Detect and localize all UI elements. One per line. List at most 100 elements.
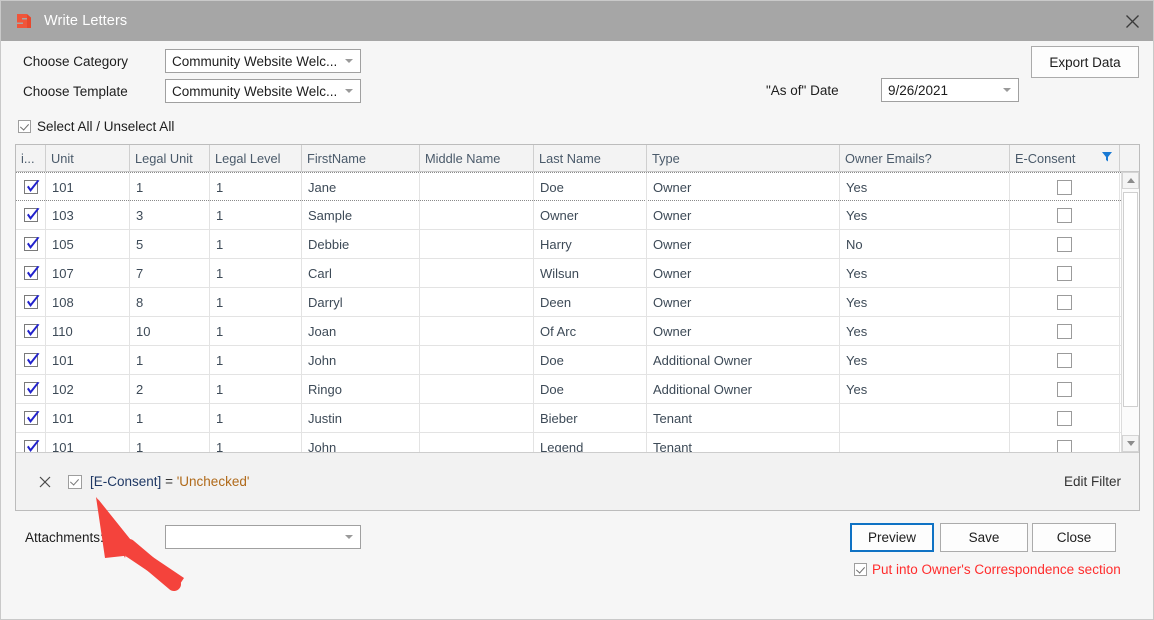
cell-e-consent[interactable] — [1010, 346, 1120, 374]
cell-e-consent[interactable] — [1010, 433, 1120, 452]
row-select-checkbox[interactable] — [16, 259, 46, 287]
row-select-checkbox[interactable] — [16, 404, 46, 432]
preview-button[interactable]: Preview — [850, 523, 934, 552]
save-button[interactable]: Save — [940, 523, 1028, 552]
e-consent-checkbox[interactable] — [1057, 439, 1072, 452]
table-row[interactable]: 103 3 1 Sample Owner Owner Yes — [16, 201, 1139, 230]
cell-middle-name — [420, 404, 534, 432]
checkbox-checked-icon[interactable] — [23, 440, 39, 452]
choose-category-dropdown[interactable]: Community Website Welc... — [165, 49, 361, 73]
row-select-checkbox[interactable] — [16, 230, 46, 258]
filter-expression[interactable]: [E-Consent] = 'Unchecked' — [90, 474, 249, 489]
column-header-first-name[interactable]: FirstName — [302, 145, 420, 171]
row-select-checkbox[interactable] — [16, 433, 46, 452]
column-header-middle-name[interactable]: Middle Name — [420, 145, 534, 171]
cell-owner-emails: Yes — [840, 173, 1010, 201]
table-row[interactable]: 101 1 1 John Doe Additional Owner Yes — [16, 346, 1139, 375]
column-header-owner-emails[interactable]: Owner Emails? — [840, 145, 1010, 171]
row-select-checkbox[interactable] — [16, 288, 46, 316]
table-row[interactable]: 105 5 1 Debbie Harry Owner No — [16, 230, 1139, 259]
select-all-checkbox[interactable] — [18, 120, 31, 133]
close-filter-icon[interactable] — [38, 475, 52, 489]
e-consent-checkbox[interactable] — [1057, 207, 1072, 223]
table-row[interactable]: 108 8 1 Darryl Deen Owner Yes — [16, 288, 1139, 317]
choose-template-label: Choose Template — [23, 84, 128, 99]
checkbox-checked-icon[interactable] — [23, 295, 39, 309]
cell-last-name: Doe — [534, 346, 647, 374]
cell-unit: 103 — [46, 201, 130, 229]
scroll-up-button[interactable] — [1122, 172, 1139, 189]
chevron-down-icon — [338, 59, 360, 63]
row-select-checkbox[interactable] — [16, 201, 46, 229]
e-consent-checkbox[interactable] — [1057, 179, 1072, 195]
table-row[interactable]: 107 7 1 Carl Wilsun Owner Yes — [16, 259, 1139, 288]
owner-correspondence-checkbox[interactable] — [854, 563, 867, 576]
cell-legal-unit: 1 — [130, 404, 210, 432]
e-consent-checkbox[interactable] — [1057, 236, 1072, 252]
as-of-date-picker[interactable]: 9/26/2021 — [881, 78, 1019, 102]
close-window-button[interactable] — [1109, 1, 1153, 41]
table-row[interactable]: 101 1 1 John Legend Tenant — [16, 433, 1139, 452]
row-select-checkbox[interactable] — [16, 173, 46, 201]
scrollbar-thumb[interactable] — [1123, 192, 1138, 407]
cell-e-consent[interactable] — [1010, 404, 1120, 432]
e-consent-checkbox[interactable] — [1057, 381, 1072, 397]
table-row[interactable]: 102 2 1 Ringo Doe Additional Owner Yes — [16, 375, 1139, 404]
cell-first-name: Sample — [302, 201, 420, 229]
column-header-legal-unit[interactable]: Legal Unit — [130, 145, 210, 171]
owner-correspondence-checkbox-row[interactable]: Put into Owner's Correspondence section — [854, 562, 1121, 577]
cell-e-consent[interactable] — [1010, 259, 1120, 287]
checkbox-checked-icon[interactable] — [23, 208, 39, 222]
column-header-legal-level[interactable]: Legal Level — [210, 145, 302, 171]
checkbox-checked-icon[interactable] — [23, 324, 39, 338]
scroll-down-button[interactable] — [1122, 435, 1139, 452]
cell-middle-name — [420, 288, 534, 316]
table-row[interactable]: 101 1 1 Jane Doe Owner Yes — [16, 172, 1139, 201]
cell-e-consent[interactable] — [1010, 288, 1120, 316]
select-all-checkbox-row[interactable]: Select All / Unselect All — [18, 119, 174, 134]
funnel-icon[interactable] — [1101, 150, 1113, 162]
choose-template-dropdown[interactable]: Community Website Welc... — [165, 79, 361, 103]
cell-e-consent[interactable] — [1010, 230, 1120, 258]
column-header-last-name[interactable]: Last Name — [534, 145, 647, 171]
e-consent-checkbox[interactable] — [1057, 410, 1072, 426]
checkbox-checked-icon[interactable] — [23, 353, 39, 367]
choose-category-value: Community Website Welc... — [172, 53, 338, 69]
checkbox-checked-icon[interactable] — [23, 382, 39, 396]
column-header-index[interactable]: i... — [16, 145, 46, 171]
column-header-type[interactable]: Type — [647, 145, 840, 171]
attachments-dropdown[interactable] — [165, 525, 361, 549]
e-consent-checkbox[interactable] — [1057, 265, 1072, 281]
cell-owner-emails: Yes — [840, 288, 1010, 316]
cell-e-consent[interactable] — [1010, 375, 1120, 403]
checkbox-checked-icon[interactable] — [23, 411, 39, 425]
window-title: Write Letters — [44, 13, 128, 29]
checkbox-checked-icon[interactable] — [23, 266, 39, 280]
cell-e-consent[interactable] — [1010, 201, 1120, 229]
row-select-checkbox[interactable] — [16, 346, 46, 374]
close-button[interactable]: Close — [1032, 523, 1116, 552]
edit-filter-link[interactable]: Edit Filter — [1064, 474, 1121, 489]
table-row[interactable]: 101 1 1 Justin Bieber Tenant — [16, 404, 1139, 433]
e-consent-checkbox[interactable] — [1057, 352, 1072, 368]
cell-owner-emails: Yes — [840, 201, 1010, 229]
cell-last-name: Of Arc — [534, 317, 647, 345]
cell-middle-name — [420, 259, 534, 287]
cell-owner-emails — [840, 404, 1010, 432]
cell-e-consent[interactable] — [1010, 317, 1120, 345]
row-select-checkbox[interactable] — [16, 317, 46, 345]
checkbox-checked-icon[interactable] — [23, 180, 39, 194]
e-consent-checkbox[interactable] — [1057, 294, 1072, 310]
cell-legal-level: 1 — [210, 173, 302, 201]
e-consent-checkbox[interactable] — [1057, 323, 1072, 339]
cell-type: Additional Owner — [647, 375, 840, 403]
column-header-unit[interactable]: Unit — [46, 145, 130, 171]
checkbox-checked-icon[interactable] — [23, 237, 39, 251]
cell-legal-level: 1 — [210, 230, 302, 258]
filter-enabled-checkbox[interactable] — [68, 474, 82, 489]
grid-vertical-scrollbar[interactable] — [1121, 172, 1139, 452]
export-data-button[interactable]: Export Data — [1031, 46, 1139, 78]
table-row[interactable]: 110 10 1 Joan Of Arc Owner Yes — [16, 317, 1139, 346]
cell-e-consent[interactable] — [1010, 173, 1120, 201]
row-select-checkbox[interactable] — [16, 375, 46, 403]
